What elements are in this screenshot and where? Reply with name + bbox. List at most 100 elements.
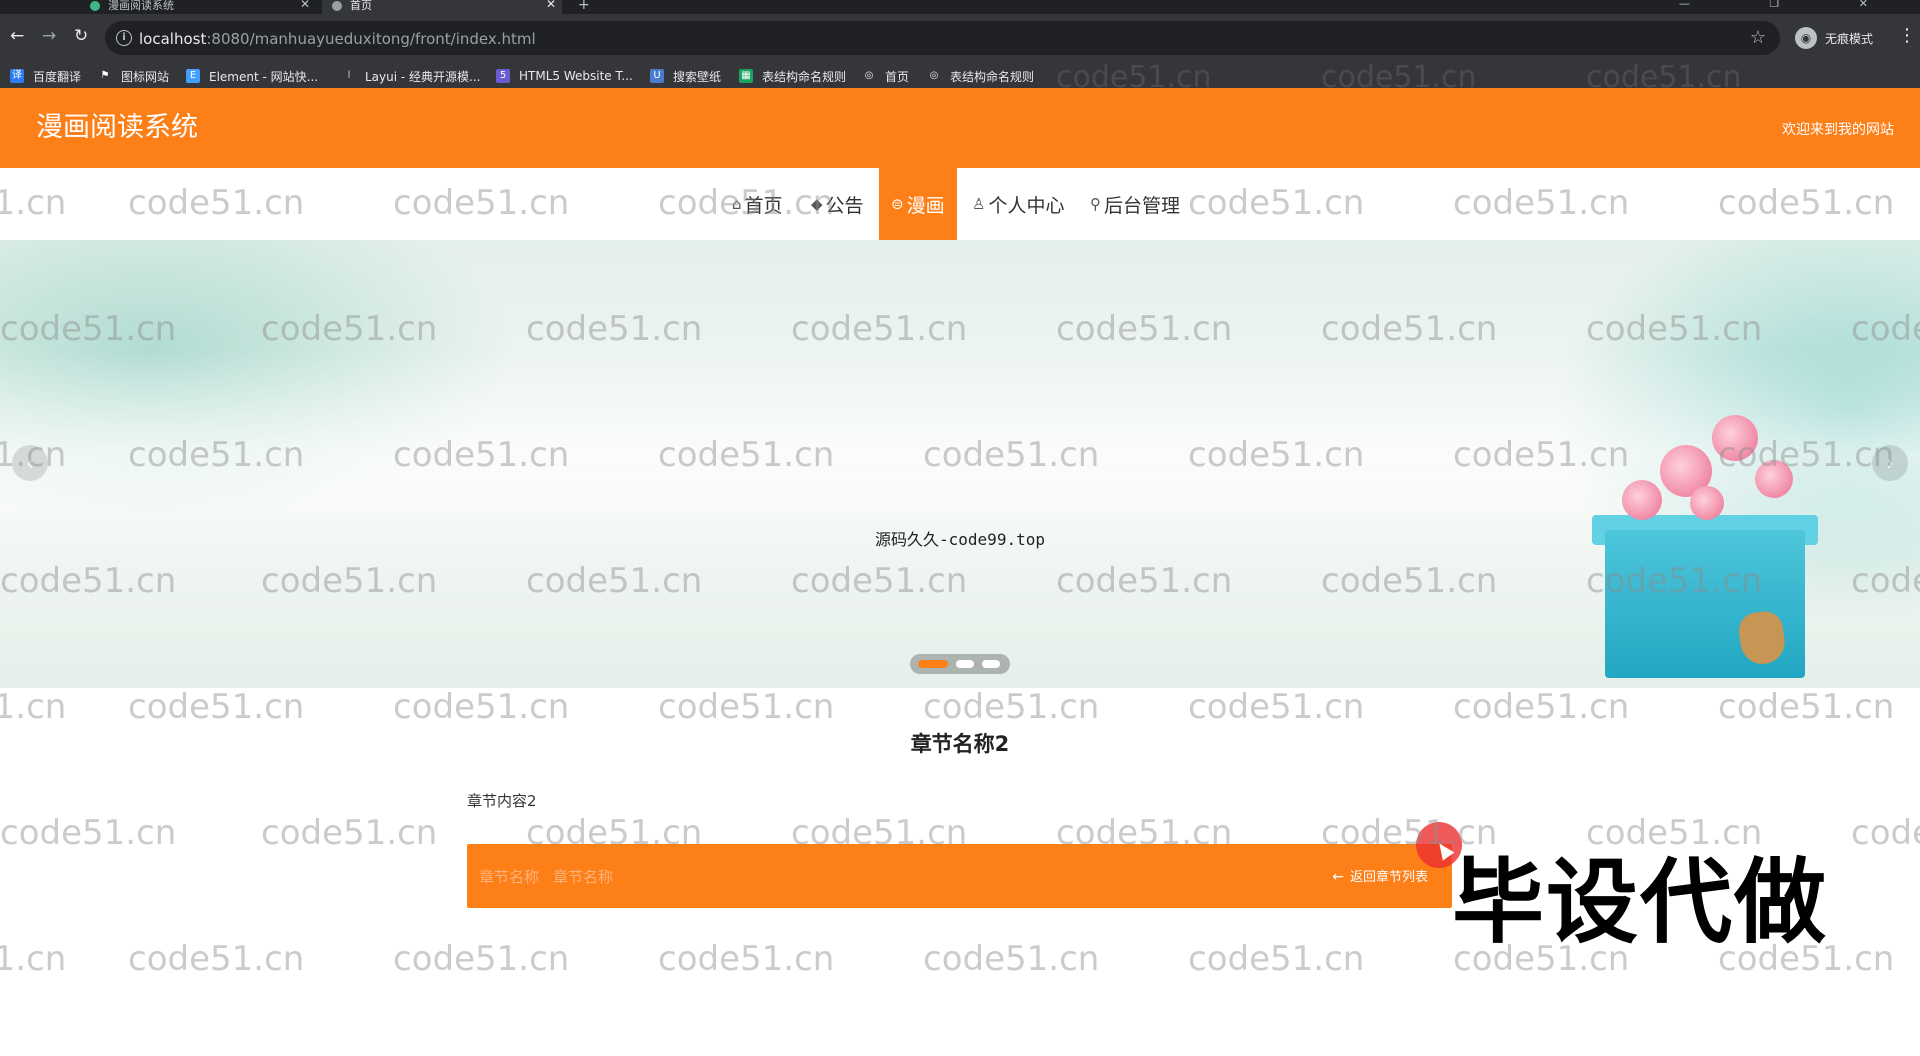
graduation-cap-icon: ◆ (811, 195, 823, 213)
url-text[interactable]: localhost:8080/manhuayueduxitong/front/i… (139, 30, 536, 48)
bookmark-label: 表结构命名规则 (950, 69, 1035, 84)
bookmark-item[interactable]: 5 HTML5 Website T... (496, 68, 633, 84)
incognito-label: 无痕模式 (1825, 31, 1874, 46)
watermark: code51.cn (0, 687, 67, 727)
flower (1755, 460, 1793, 498)
link-icon: ⚲ (1090, 195, 1101, 213)
new-tab-button[interactable]: + (578, 0, 590, 14)
chapter-content: 章节内容2 (467, 792, 537, 810)
bookmark-item[interactable]: ⚑ 图标网站 (98, 68, 170, 84)
watermark: code51.cn (1851, 813, 1920, 853)
carousel-dot[interactable] (918, 660, 948, 668)
watermark: code51.cn (128, 687, 305, 727)
close-tab-icon[interactable]: ✕ (300, 0, 310, 10)
overlay-stamp-text: 毕设代做 (1449, 849, 1829, 956)
browser-tab-2[interactable]: 首页 ✕ (322, 0, 562, 14)
next-chapter-link[interactable]: 章节名称 (553, 868, 613, 886)
html5-icon: 5 (496, 69, 510, 83)
bookmark-item[interactable]: ◎ 首页 (862, 68, 909, 84)
bookmark-label: 表结构命名规则 (762, 69, 847, 84)
window-controls[interactable]: — ❐ ✕ (1679, 0, 1906, 10)
banner-carousel[interactable]: 源码久久-code99.top ‹ › (0, 240, 1920, 688)
main-nav: ⌂ 首页 ◆ 公告 ⊜ 漫画 ♙ 个人中心 ⚲ 后台管理 (0, 168, 1920, 240)
browser-toolbar: ← → ↻ i localhost:8080/manhuayueduxitong… (0, 14, 1920, 62)
chapter-title: 章节名称2 (910, 732, 1010, 756)
watermark: code51.cn (658, 687, 835, 727)
globe-icon (332, 1, 342, 11)
bookmark-star-icon[interactable]: ☆ (1750, 27, 1766, 48)
tab-label: 漫画阅读系统 (108, 0, 174, 12)
carousel-indicators (910, 654, 1010, 674)
forward-button[interactable]: → (42, 28, 56, 45)
site-title[interactable]: 漫画阅读系统 (36, 112, 198, 144)
back-to-list-link[interactable]: ← 返回章节列表 (1332, 866, 1428, 885)
nav-item-home[interactable]: ⌂ 首页 (732, 168, 783, 240)
bookmark-item[interactable]: U 搜索壁纸 (650, 68, 721, 84)
user-icon: ♙ (972, 195, 986, 213)
watermark: code51.cn (128, 939, 305, 979)
flower (1622, 480, 1662, 520)
nav-item-profile[interactable]: ♙ 个人中心 (972, 168, 1064, 240)
watermark: code51.cn (1188, 687, 1365, 727)
sheet-icon: ▦ (739, 69, 753, 83)
nav-item-comics[interactable]: ⊜ 漫画 (879, 168, 957, 240)
site-header: 漫画阅读系统 欢迎来到我的网站 (0, 88, 1920, 168)
watermark: code51.cn (0, 939, 67, 979)
carousel-dot[interactable] (956, 660, 974, 668)
back-to-list-label: 返回章节列表 (1349, 870, 1428, 885)
nav-item-label: 漫画 (906, 194, 945, 217)
bookmarks-bar: 译百度翻译 ⚑ 图标网站 E Element - 网站快... ⅼ Layui - 经… (0, 62, 1920, 88)
bookmark-label: 图标网站 (121, 69, 170, 84)
bookmark-item[interactable]: ▦ 表结构命名规则 (739, 68, 846, 84)
url-path: :8080/manhuayueduxitong/front/index.html (206, 30, 536, 48)
bookmark-label: HTML5 Website T... (519, 69, 633, 83)
bookmark-item[interactable]: ⅼ Layui - 经典开源模... (342, 68, 481, 84)
nav-item-label: 首页 (744, 194, 783, 217)
url-host: localhost (139, 30, 207, 48)
browser-menu-icon[interactable]: ⋮ (1898, 27, 1916, 45)
watermark: code51.cn (1718, 687, 1895, 727)
address-bar[interactable]: i localhost:8080/manhuayueduxitong/front… (105, 21, 1780, 55)
site-info-icon[interactable]: i (116, 30, 132, 46)
layui-icon: ⅼ (347, 70, 351, 81)
globe-icon: ◎ (864, 70, 874, 81)
carousel-prev-button[interactable]: ‹ (12, 445, 48, 481)
watermark: code51.cn (1586, 813, 1763, 853)
bookmark-item[interactable]: E Element - 网站快... (186, 68, 318, 84)
carousel-next-button[interactable]: › (1872, 445, 1908, 481)
nav-item-notice[interactable]: ◆ 公告 (811, 168, 864, 240)
prev-chapter-link[interactable]: 章节名称 (479, 868, 539, 886)
welcome-text: 欢迎来到我的网站 (1782, 122, 1894, 138)
close-tab-icon[interactable]: ✕ (546, 0, 556, 10)
plus-icon: + (578, 0, 590, 13)
carousel-caption: 源码久久-code99.top (875, 530, 1045, 549)
translate-icon: 译 (10, 69, 24, 83)
flower (1712, 415, 1758, 461)
nav-item-admin[interactable]: ⚲ 后台管理 (1090, 168, 1180, 240)
element-icon: E (186, 69, 200, 83)
nav-item-label: 个人中心 (988, 194, 1065, 217)
bookmark-label: Element - 网站快... (209, 69, 319, 84)
watermark: code51.cn (658, 939, 835, 979)
reload-button[interactable]: ↻ (74, 28, 88, 45)
arrow-left-icon: ← (1332, 869, 1344, 885)
browser-tab-1[interactable]: 漫画阅读系统 ✕ (90, 0, 310, 14)
database-icon: ⊜ (891, 195, 904, 213)
watermark: code51.cn (923, 939, 1100, 979)
incognito-icon: ◉ (1795, 27, 1817, 49)
watermark: code51.cn (393, 939, 570, 979)
watermark: code51.cn (261, 813, 438, 853)
home-icon: ⌂ (732, 195, 742, 213)
watermark: code51.cn (1453, 687, 1630, 727)
watermark: code51.cn (393, 687, 570, 727)
back-button[interactable]: ← (10, 28, 24, 45)
incognito-indicator[interactable]: ◉ 无痕模式 (1795, 26, 1873, 50)
carousel-dot[interactable] (982, 660, 1000, 668)
watermark: code51.cn (1188, 939, 1365, 979)
bookmark-item[interactable]: 译百度翻译 (10, 68, 81, 84)
bookmark-item[interactable]: ◎ 表结构命名规则 (927, 68, 1034, 84)
nav-item-label: 公告 (825, 194, 864, 217)
vue-icon (90, 1, 100, 11)
chapter-pager: 章节名称 章节名称 (479, 866, 613, 887)
watermark: code51.cn (0, 813, 177, 853)
